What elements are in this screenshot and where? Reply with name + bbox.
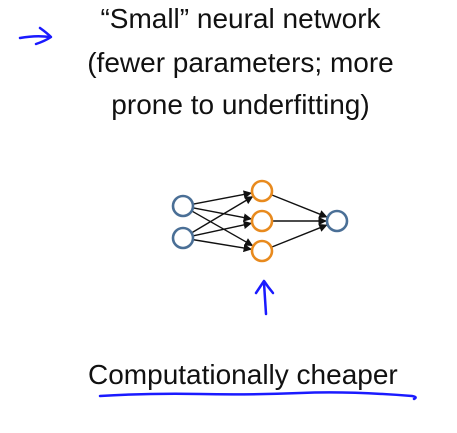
input-node-1 <box>171 194 195 218</box>
hand-drawn-pointer-arrow-icon <box>18 26 53 46</box>
edge-hidden-3-to-output-1 <box>271 223 328 248</box>
edge-hidden-1-to-output-1 <box>271 194 328 219</box>
hidden-node-3 <box>250 239 274 263</box>
input-node-2 <box>171 226 195 250</box>
edge-input-2-to-hidden-2 <box>192 220 253 237</box>
hidden-node-1 <box>250 179 274 203</box>
caption-computationally-cheaper: Computationally cheaper <box>88 359 398 390</box>
edge-input-2-to-hidden-3 <box>192 238 252 253</box>
hand-drawn-up-arrow-icon <box>254 279 275 316</box>
hand-drawn-underline <box>98 391 417 401</box>
hidden-node-2 <box>250 209 274 233</box>
output-node-1 <box>325 209 349 233</box>
